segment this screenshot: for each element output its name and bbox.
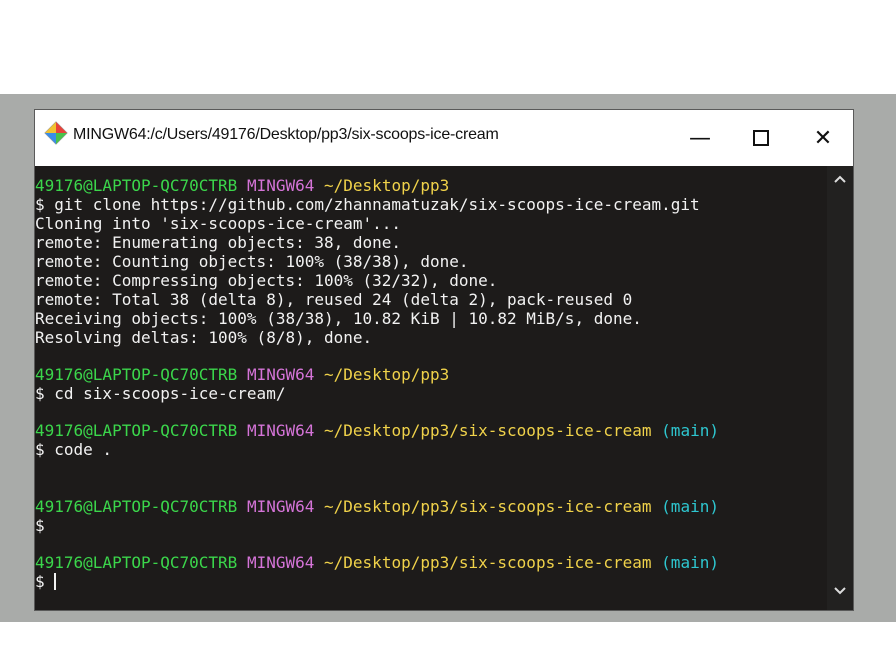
maximize-icon bbox=[753, 130, 769, 146]
chevron-down-icon bbox=[834, 587, 846, 595]
prompt-branch: (main) bbox=[661, 553, 719, 572]
command-line: $ cd six-scoops-ice-cream/ bbox=[35, 384, 286, 403]
command-line: $ git clone https://github.com/zhannamat… bbox=[35, 195, 700, 214]
scroll-up-button[interactable] bbox=[827, 168, 853, 190]
close-button[interactable]: ✕ bbox=[800, 118, 846, 158]
command-line: $ bbox=[35, 516, 45, 535]
prompt-user: 49176@LAPTOP-QC70CTRB bbox=[35, 176, 238, 195]
close-icon: ✕ bbox=[813, 125, 833, 151]
minimize-icon: — bbox=[689, 125, 711, 151]
prompt-path: ~/Desktop/pp3/six-scoops-ice-cream bbox=[324, 553, 652, 572]
prompt-line: 49176@LAPTOP-QC70CTRB MINGW64 ~/Desktop/… bbox=[35, 497, 827, 516]
output-line: remote: Compressing objects: 100% (32/32… bbox=[35, 271, 498, 290]
prompt-path: ~/Desktop/pp3/six-scoops-ice-cream bbox=[324, 421, 652, 440]
output-line: Cloning into 'six-scoops-ice-cream'... bbox=[35, 214, 402, 233]
title-bar[interactable]: MINGW64:/c/Users/49176/Desktop/pp3/six-s… bbox=[35, 110, 853, 166]
prompt-user: 49176@LAPTOP-QC70CTRB bbox=[35, 421, 238, 440]
output-line: Resolving deltas: 100% (8/8), done. bbox=[35, 328, 373, 347]
output-line: Receiving objects: 100% (38/38), 10.82 K… bbox=[35, 309, 642, 328]
prompt-user: 49176@LAPTOP-QC70CTRB bbox=[35, 365, 238, 384]
prompt-line: 49176@LAPTOP-QC70CTRB MINGW64 ~/Desktop/… bbox=[35, 421, 827, 440]
prompt-line: 49176@LAPTOP-QC70CTRB MINGW64 ~/Desktop/… bbox=[35, 553, 827, 572]
prompt-path: ~/Desktop/pp3 bbox=[324, 176, 450, 195]
prompt-branch: (main) bbox=[661, 421, 719, 440]
output-line: remote: Total 38 (delta 8), reused 24 (d… bbox=[35, 290, 633, 309]
prompt-line: 49176@LAPTOP-QC70CTRB MINGW64 ~/Desktop/… bbox=[35, 365, 827, 384]
prompt-shell: MINGW64 bbox=[246, 176, 315, 195]
window-title: MINGW64:/c/Users/49176/Desktop/pp3/six-s… bbox=[73, 126, 499, 143]
terminal-output[interactable]: 49176@LAPTOP-QC70CTRB MINGW64 ~/Desktop/… bbox=[35, 166, 827, 610]
active-command-line[interactable]: $ bbox=[35, 572, 827, 591]
prompt-user: 49176@LAPTOP-QC70CTRB bbox=[35, 497, 238, 516]
prompt-shell: MINGW64 bbox=[246, 497, 315, 516]
maximize-button[interactable] bbox=[738, 118, 784, 158]
prompt-path: ~/Desktop/pp3/six-scoops-ice-cream bbox=[324, 497, 652, 516]
command-prompt-symbol: $ bbox=[35, 572, 55, 591]
scroll-down-button[interactable] bbox=[827, 580, 853, 602]
prompt-line: 49176@LAPTOP-QC70CTRB MINGW64 ~/Desktop/… bbox=[35, 176, 827, 195]
prompt-branch: (main) bbox=[661, 497, 719, 516]
mingw-diamond-icon bbox=[44, 121, 68, 145]
prompt-shell: MINGW64 bbox=[246, 553, 315, 572]
terminal-window: MINGW64:/c/Users/49176/Desktop/pp3/six-s… bbox=[35, 110, 853, 610]
prompt-user: 49176@LAPTOP-QC70CTRB bbox=[35, 553, 238, 572]
output-line: remote: Enumerating objects: 38, done. bbox=[35, 233, 402, 252]
command-line: $ code . bbox=[35, 440, 113, 459]
text-cursor bbox=[54, 573, 57, 590]
prompt-shell: MINGW64 bbox=[246, 421, 315, 440]
output-line: remote: Counting objects: 100% (38/38), … bbox=[35, 252, 469, 271]
minimize-button[interactable]: — bbox=[677, 118, 723, 158]
chevron-up-icon bbox=[834, 175, 846, 183]
prompt-shell: MINGW64 bbox=[246, 365, 315, 384]
vertical-scrollbar[interactable] bbox=[827, 166, 853, 610]
prompt-path: ~/Desktop/pp3 bbox=[324, 365, 450, 384]
